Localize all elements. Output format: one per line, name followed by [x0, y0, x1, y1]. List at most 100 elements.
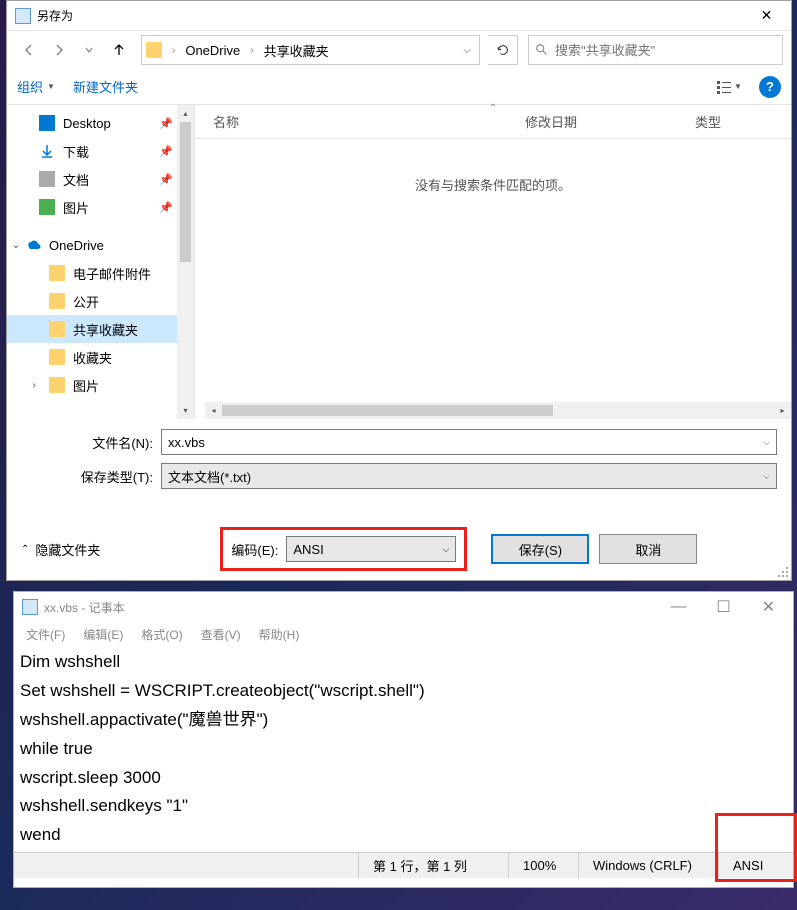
minimize-button[interactable]: —: [656, 593, 701, 621]
menu-file[interactable]: 文件(F): [18, 624, 73, 645]
encoding-combo[interactable]: ANSI⌵: [286, 536, 456, 562]
address-bar[interactable]: › OneDrive › 共享收藏夹 ⌵: [141, 35, 480, 65]
folder-icon: [146, 42, 162, 58]
column-type[interactable]: 类型: [695, 112, 791, 131]
help-button[interactable]: ?: [759, 76, 781, 98]
menu-view[interactable]: 查看(V): [193, 624, 249, 645]
scroll-up-icon[interactable]: ▴: [177, 105, 194, 122]
splitter-icon[interactable]: ⌃: [489, 103, 497, 114]
code-line: Dim wshshell: [20, 648, 787, 677]
column-name[interactable]: 名称: [195, 112, 525, 131]
notepad-icon: [22, 599, 38, 615]
scroll-thumb[interactable]: [222, 405, 553, 416]
back-button[interactable]: [15, 36, 43, 64]
notepad-titlebar: xx.vbs - 记事本 — ☐ ✕: [14, 592, 793, 622]
window-title: 另存为: [37, 7, 744, 24]
caret-down-icon: ▼: [734, 82, 742, 91]
pictures-icon: [39, 199, 55, 215]
breadcrumb-folder[interactable]: 共享收藏夹: [260, 39, 333, 62]
file-list-pane: ⌃ 名称 修改日期 类型 没有与搜索条件匹配的项。 ◂ ▸: [195, 105, 791, 419]
filename-input[interactable]: ⌵: [161, 429, 777, 455]
pin-icon: 📌: [159, 145, 173, 158]
resize-grip-icon[interactable]: [777, 566, 789, 578]
sidebar-item-onedrive[interactable]: ⌄OneDrive: [7, 231, 177, 259]
notepad-statusbar: 第 1 行，第 1 列 100% Windows (CRLF) ANSI: [14, 852, 793, 878]
organize-button[interactable]: 组织▼: [17, 77, 55, 96]
code-line: wshshell.sendkeys "1": [20, 792, 787, 821]
encoding-label: 编码(E):: [231, 540, 278, 559]
breadcrumb-dropdown[interactable]: ⌵: [459, 41, 475, 60]
notepad-textarea[interactable]: Dim wshshell Set wshshell = WSCRIPT.crea…: [14, 646, 793, 852]
folder-icon: [49, 377, 65, 393]
code-line: while true: [20, 735, 787, 764]
toolbar: 组织▼ 新建文件夹 ▼ ?: [7, 69, 791, 105]
scroll-thumb[interactable]: [180, 122, 191, 262]
status-lineending: Windows (CRLF): [578, 853, 718, 878]
desktop-icon: [39, 115, 55, 131]
sidebar-item-pictures[interactable]: 图片📌: [7, 193, 177, 221]
sidebar-item-favorites[interactable]: 收藏夹: [7, 343, 177, 371]
code-line: wend: [20, 821, 787, 850]
app-icon: [15, 8, 31, 24]
view-options-button[interactable]: ▼: [709, 74, 749, 100]
expand-icon[interactable]: ⌄: [9, 240, 23, 251]
main-area: Desktop📌 下载📌 文档📌 图片📌 ⌄OneDrive 电子邮件附件 公开…: [7, 105, 791, 419]
onedrive-icon: [25, 237, 41, 253]
code-line: Set wshshell = WSCRIPT.createobject("wsc…: [20, 677, 787, 706]
folder-icon: [49, 265, 65, 281]
sidebar-item-email-attachments[interactable]: 电子邮件附件: [7, 259, 177, 287]
sidebar-item-downloads[interactable]: 下载📌: [7, 137, 177, 165]
save-button[interactable]: 保存(S): [491, 534, 589, 564]
chevron-right-icon: ›: [172, 45, 175, 56]
menu-format[interactable]: 格式(O): [133, 624, 190, 645]
close-button[interactable]: ✕: [744, 2, 789, 30]
save-as-dialog: 另存为 ✕ › OneDrive › 共享收藏夹 ⌵ 组织▼ 新建文件夹 ▼: [6, 0, 792, 581]
titlebar: 另存为 ✕: [7, 1, 791, 31]
notepad-title: xx.vbs - 记事本: [44, 599, 656, 616]
pin-icon: 📌: [159, 117, 173, 130]
column-date[interactable]: 修改日期: [525, 112, 695, 131]
sidebar-item-pictures-od[interactable]: ›图片: [7, 371, 177, 399]
sidebar-item-documents[interactable]: 文档📌: [7, 165, 177, 193]
pin-icon: 📌: [159, 173, 173, 186]
search-input[interactable]: [555, 43, 776, 58]
status-zoom: 100%: [508, 853, 578, 878]
caret-down-icon[interactable]: ⌵: [763, 437, 770, 448]
folder-icon: [49, 349, 65, 365]
notepad-menubar: 文件(F) 编辑(E) 格式(O) 查看(V) 帮助(H): [14, 622, 793, 646]
pin-icon: 📌: [159, 201, 173, 214]
status-encoding: ANSI: [718, 853, 793, 878]
caret-down-icon: ▼: [47, 82, 55, 91]
sidebar-item-shared-favorites[interactable]: 共享收藏夹: [7, 315, 177, 343]
menu-edit[interactable]: 编辑(E): [75, 624, 131, 645]
scroll-left-icon[interactable]: ◂: [205, 402, 222, 419]
empty-message: 没有与搜索条件匹配的项。: [195, 175, 791, 194]
chevron-right-icon: ›: [250, 45, 253, 56]
breadcrumb-root[interactable]: OneDrive: [181, 41, 244, 60]
notepad-window: xx.vbs - 记事本 — ☐ ✕ 文件(F) 编辑(E) 格式(O) 查看(…: [13, 591, 794, 888]
expand-icon[interactable]: ›: [27, 380, 41, 391]
hide-folders-toggle[interactable]: ⌃隐藏文件夹: [21, 540, 100, 559]
folder-icon: [49, 293, 65, 309]
recent-dropdown[interactable]: [75, 36, 103, 64]
up-button[interactable]: [105, 36, 133, 64]
scroll-right-icon[interactable]: ▸: [774, 402, 791, 419]
list-icon: [716, 80, 732, 94]
filetype-combo[interactable]: 文本文档(*.txt)⌵: [161, 463, 777, 489]
maximize-button[interactable]: ☐: [701, 593, 746, 621]
form-area: 文件名(N): ⌵ 保存类型(T): 文本文档(*.txt)⌵: [7, 419, 791, 501]
menu-help[interactable]: 帮助(H): [251, 624, 308, 645]
close-button[interactable]: ✕: [746, 593, 791, 621]
horizontal-scrollbar[interactable]: ◂ ▸: [205, 402, 791, 419]
scroll-down-icon[interactable]: ▾: [177, 402, 194, 419]
refresh-button[interactable]: [488, 35, 518, 65]
sidebar-item-desktop[interactable]: Desktop📌: [7, 109, 177, 137]
sidebar-scrollbar[interactable]: ▴ ▾: [177, 105, 194, 419]
new-folder-button[interactable]: 新建文件夹: [73, 77, 138, 96]
filetype-label: 保存类型(T):: [21, 467, 161, 486]
sidebar-item-public[interactable]: 公开: [7, 287, 177, 315]
forward-button[interactable]: [45, 36, 73, 64]
cancel-button[interactable]: 取消: [599, 534, 697, 564]
search-box[interactable]: [528, 35, 783, 65]
navigation-pane: Desktop📌 下载📌 文档📌 图片📌 ⌄OneDrive 电子邮件附件 公开…: [7, 105, 195, 419]
